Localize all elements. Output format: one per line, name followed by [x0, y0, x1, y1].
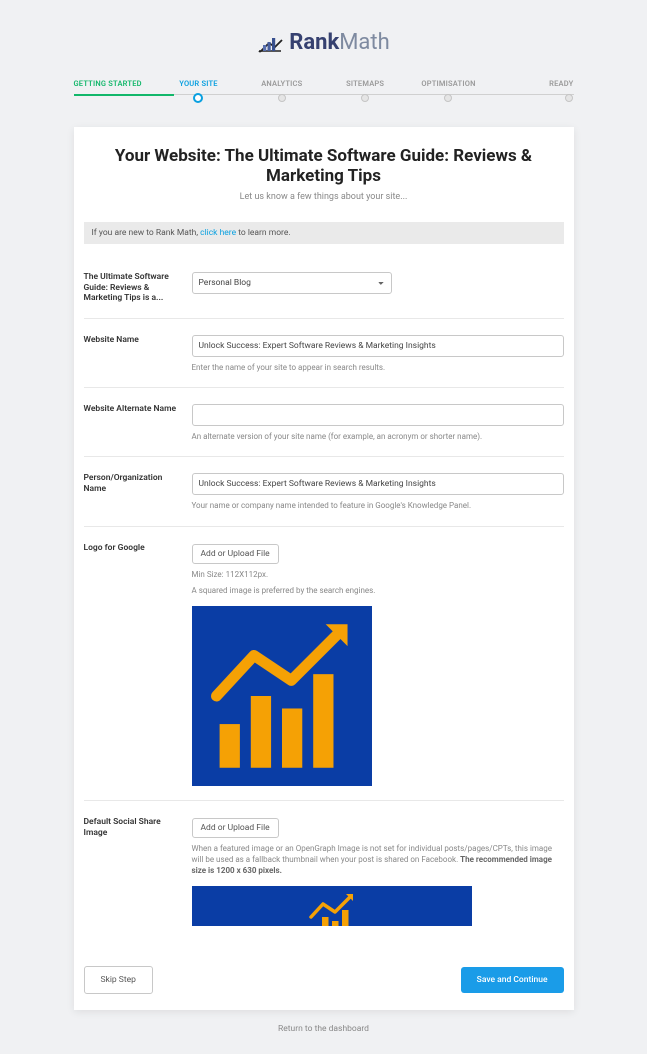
- save-continue-button[interactable]: Save and Continue: [461, 967, 564, 993]
- brand-text-rank: Rank: [289, 30, 339, 55]
- row-social-image: Default Social Share Image Add or Upload…: [84, 801, 564, 941]
- social-upload-button[interactable]: Add or Upload File: [192, 818, 279, 838]
- row-person-org: Person/Organization Name Your name or co…: [84, 457, 564, 526]
- card-footer: Skip Step Save and Continue: [74, 950, 574, 1010]
- site-name-input[interactable]: [192, 335, 564, 357]
- label-social-image: Default Social Share Image: [84, 815, 182, 927]
- notice-link[interactable]: click here: [200, 228, 236, 238]
- help-logo-square: A squared image is preferred by the sear…: [192, 585, 564, 596]
- row-site-name: Website Name Enter the name of your site…: [84, 319, 564, 388]
- step-ready[interactable]: READY: [490, 79, 573, 103]
- page-title: Your Website: The Ultimate Software Guid…: [104, 147, 544, 186]
- brand-logo: RankMath: [0, 0, 647, 79]
- label-alt-name: Website Alternate Name: [84, 402, 182, 442]
- page-subtitle: Let us know a few things about your site…: [104, 192, 544, 202]
- alt-name-input[interactable]: [192, 404, 564, 426]
- label-site-name: Website Name: [84, 333, 182, 373]
- help-alt-name: An alternate version of your site name (…: [192, 431, 564, 442]
- person-org-input[interactable]: [192, 473, 564, 495]
- step-getting-started[interactable]: GETTING STARTED: [74, 79, 157, 103]
- social-preview-image[interactable]: [192, 886, 472, 926]
- setup-stepper: GETTING STARTED YOUR SITE ANALYTICS SITE…: [74, 79, 574, 103]
- logo-preview-image[interactable]: [192, 606, 372, 786]
- skip-step-button[interactable]: Skip Step: [84, 966, 153, 994]
- step-optimisation[interactable]: OPTIMISATION: [407, 79, 490, 103]
- help-social: When a featured image or an OpenGraph Im…: [192, 843, 564, 877]
- chart-growth-icon: [204, 618, 360, 774]
- logo-upload-button[interactable]: Add or Upload File: [192, 544, 279, 564]
- settings-card: Your Website: The Ultimate Software Guid…: [74, 127, 574, 1010]
- info-notice: If you are new to Rank Math, click here …: [84, 222, 564, 244]
- site-type-select[interactable]: Personal Blog: [192, 272, 392, 294]
- brand-text-math: Math: [339, 30, 390, 55]
- rank-math-icon: [257, 31, 283, 55]
- label-logo: Logo for Google: [84, 541, 182, 786]
- step-your-site[interactable]: YOUR SITE: [157, 79, 240, 103]
- row-logo: Logo for Google Add or Upload File Min S…: [84, 527, 564, 801]
- help-person-org: Your name or company name intended to fe…: [192, 500, 564, 511]
- step-sitemaps[interactable]: SITEMAPS: [323, 79, 406, 103]
- row-alt-name: Website Alternate Name An alternate vers…: [84, 388, 564, 457]
- row-site-type: The Ultimate Software Guide: Reviews & M…: [84, 256, 564, 319]
- help-logo-size: Min Size: 112X112px.: [192, 569, 564, 580]
- step-analytics[interactable]: ANALYTICS: [240, 79, 323, 103]
- chart-growth-icon-small: [307, 892, 357, 926]
- return-dashboard-link[interactable]: Return to the dashboard: [74, 1024, 574, 1034]
- help-site-name: Enter the name of your site to appear in…: [192, 362, 564, 373]
- label-site-type: The Ultimate Software Guide: Reviews & M…: [84, 270, 182, 304]
- label-person-org: Person/Organization Name: [84, 471, 182, 511]
